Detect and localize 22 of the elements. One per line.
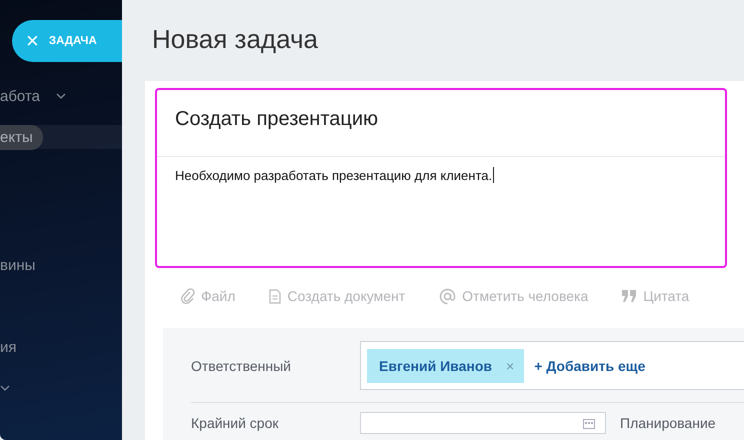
task-description: Необходимо разработать презентацию для клиента. <box>175 168 492 182</box>
field-label: Крайний срок <box>191 415 280 431</box>
sidebar-item[interactable]: екты <box>0 124 43 150</box>
paperclip-icon <box>181 288 195 304</box>
task-title[interactable]: Создать презентацию <box>157 90 725 157</box>
sidebar-item[interactable]: вины <box>0 254 44 276</box>
field-label: Ответственный <box>191 358 292 374</box>
text-cursor <box>493 167 494 183</box>
chevron-icon[interactable] <box>56 93 66 99</box>
sidebar-item[interactable]: ия <box>0 336 25 358</box>
quote-icon <box>622 290 638 302</box>
sidebar-item[interactable]: абота <box>0 84 48 108</box>
at-sign-icon <box>439 288 456 304</box>
add-more-link[interactable]: + Добавить еще <box>534 358 646 374</box>
person-name[interactable]: Евгений Иванов <box>379 358 492 374</box>
page-title: Новая задача <box>151 23 319 56</box>
chevron-icon[interactable] <box>0 385 10 391</box>
document-icon <box>269 288 282 304</box>
field-label: Планирование <box>620 415 717 431</box>
deadline-field[interactable] <box>360 412 606 434</box>
editor-box[interactable]: Создать презентацию Необходимо разработать презентацию для клиента. <box>155 88 727 268</box>
responsible-field[interactable]: Евгений Иванов × + Добавить еще <box>360 341 744 390</box>
